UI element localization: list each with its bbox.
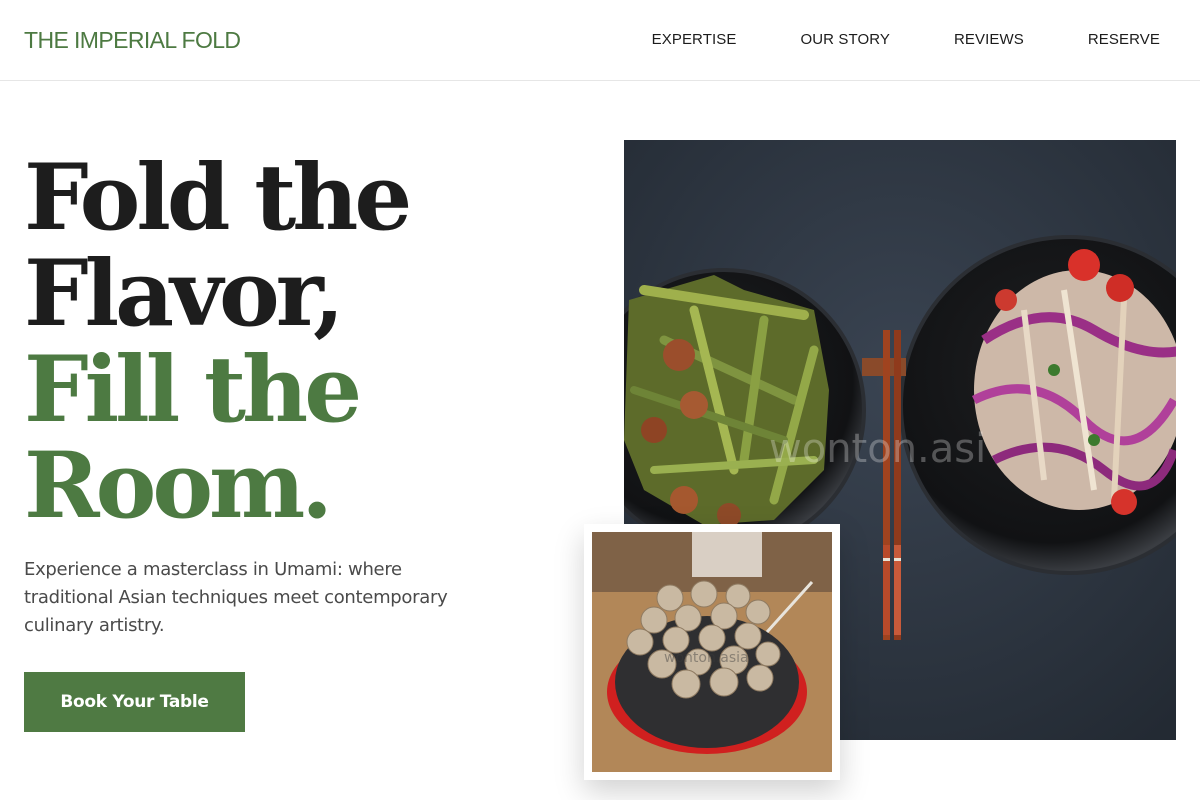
main-nav: EXPERTISE OUR STORY REVIEWS RESERVE	[652, 31, 1160, 48]
hero-subtitle: Experience a masterclass in Umami: where…	[24, 559, 448, 636]
inset-photo-watermark: wonton.asia	[664, 650, 749, 666]
main-photo-watermark: wonton.asi	[769, 426, 986, 472]
inset-food-photo: wonton.asia	[584, 524, 840, 780]
nav-item-our-story[interactable]: OUR STORY	[800, 31, 890, 48]
nav-item-expertise[interactable]: EXPERTISE	[652, 31, 737, 48]
hero-title-line-3: Fill the	[24, 337, 362, 443]
hero-title-line-4: Room.	[24, 433, 333, 539]
site-header: THE IMPERIAL FOLD EXPERTISE OUR STORY RE…	[0, 0, 1200, 81]
brand-logo[interactable]: THE IMPERIAL FOLD	[24, 27, 241, 54]
book-table-button[interactable]: Book Your Table	[24, 672, 245, 732]
nav-item-reviews[interactable]: REVIEWS	[954, 31, 1024, 48]
celery-shrimp-dish	[624, 275, 829, 527]
hero-title: Fold the Flavor, Fill the Room.	[24, 150, 584, 534]
nav-item-reserve[interactable]: RESERVE	[1088, 31, 1160, 48]
hero-title-line-2: Flavor,	[24, 241, 345, 347]
hero-title-line-1: Fold the	[24, 145, 412, 251]
